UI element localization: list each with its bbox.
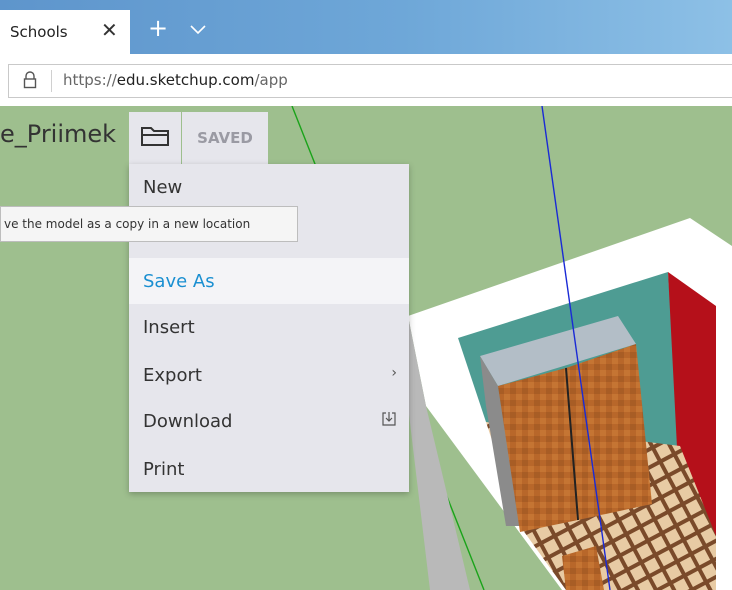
- menu-item-new[interactable]: New: [129, 164, 409, 210]
- url-field[interactable]: https://edu.sketchup.com/app: [8, 64, 732, 98]
- chevron-down-icon[interactable]: [190, 20, 206, 39]
- browser-tab-bar: Schools ✕ +: [0, 0, 732, 54]
- tooltip: ve the model as a copy in a new location: [0, 206, 298, 242]
- menu-item-export[interactable]: Export ›: [129, 352, 409, 398]
- menu-item-label: Save As: [143, 270, 215, 292]
- menu-item-download[interactable]: Download: [129, 398, 409, 444]
- url-path: /app: [254, 71, 288, 89]
- download-icon: [381, 411, 397, 431]
- model-title[interactable]: e_Priimek: [0, 120, 116, 160]
- folder-icon: [140, 124, 170, 152]
- menu-item-label: Print: [143, 458, 185, 480]
- tab-title: Schools: [10, 23, 68, 41]
- file-menu-button[interactable]: [129, 112, 181, 164]
- url-text: https://edu.sketchup.com/app: [63, 71, 288, 89]
- menu-item-label: Insert: [143, 316, 195, 338]
- new-tab-icon[interactable]: +: [148, 16, 168, 40]
- browser-tab[interactable]: Schools ✕: [0, 10, 130, 54]
- url-host: edu.sketchup.com: [116, 71, 255, 89]
- url-divider: [51, 70, 52, 92]
- save-status: SAVED: [182, 112, 268, 164]
- menu-item-label: New: [143, 176, 183, 198]
- url-scheme: https://: [63, 71, 117, 89]
- lock-icon: [23, 71, 37, 93]
- menu-item-label: Export: [143, 364, 202, 386]
- menu-item-print[interactable]: Print: [129, 446, 409, 492]
- menu-item-insert[interactable]: Insert: [129, 304, 409, 350]
- menu-item-label: Download: [143, 410, 233, 432]
- browser-address-bar: https://edu.sketchup.com/app: [0, 54, 732, 106]
- menu-item-save-as[interactable]: Save As: [129, 258, 409, 304]
- model-viewport[interactable]: e_Priimek SAVED New Save As Insert Expor…: [0, 106, 732, 590]
- chevron-right-icon: ›: [391, 365, 397, 381]
- close-tab-icon[interactable]: ✕: [101, 18, 118, 42]
